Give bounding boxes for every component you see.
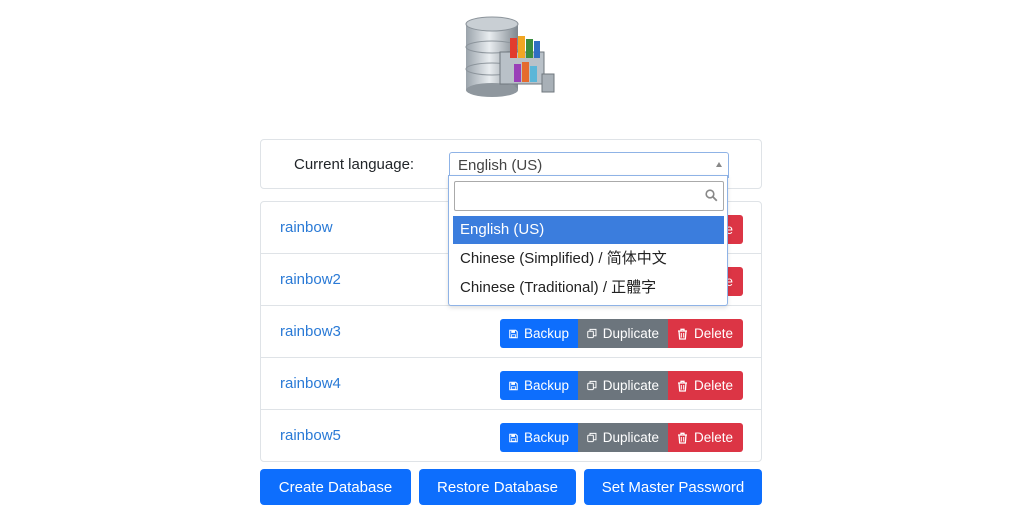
floppy-disk-icon: [509, 381, 518, 390]
duplicate-label: Duplicate: [602, 378, 659, 393]
duplicate-label: Duplicate: [602, 326, 659, 341]
database-link[interactable]: rainbow: [280, 219, 333, 236]
copy-icon: [587, 328, 597, 339]
database-link[interactable]: rainbow4: [280, 375, 341, 392]
floppy-disk-icon: [509, 433, 518, 442]
create-database-button[interactable]: Create Database: [260, 469, 411, 505]
language-option-chinese-simplified[interactable]: Chinese (Simplified) / 简体中文: [453, 245, 724, 273]
duplicate-button[interactable]: Duplicate: [578, 319, 668, 348]
app-logo-icon: [465, 16, 555, 97]
language-option-chinese-traditional[interactable]: Chinese (Traditional) / 正體字: [453, 274, 724, 302]
database-actions: Backup Duplicate Delete: [500, 371, 743, 400]
backup-label: Backup: [523, 430, 569, 445]
database-link[interactable]: rainbow2: [280, 271, 341, 288]
language-label: Current language:: [294, 156, 415, 173]
delete-label: Delete: [694, 326, 734, 341]
chevron-up-icon: [716, 162, 722, 167]
page: Current language: English (US) rainbow B…: [0, 0, 1024, 512]
language-dropdown: English (US) Chinese (Simplified) / 简体中文…: [448, 175, 728, 306]
language-search-input[interactable]: [454, 181, 724, 211]
delete-button[interactable]: Delete: [668, 319, 743, 348]
language-select-value: English (US): [458, 157, 543, 174]
search-icon: [705, 189, 718, 202]
database-actions: Backup Duplicate Delete: [500, 423, 743, 452]
duplicate-label: Duplicate: [602, 430, 659, 445]
delete-label: Delete: [694, 378, 734, 393]
copy-icon: [587, 380, 597, 391]
database-actions: Backup Duplicate Delete: [500, 319, 743, 348]
floppy-disk-icon: [509, 329, 518, 338]
backup-button[interactable]: Backup: [500, 423, 578, 452]
duplicate-button[interactable]: Duplicate: [578, 371, 668, 400]
delete-label: Delete: [694, 430, 734, 445]
copy-icon: [587, 432, 597, 443]
backup-button[interactable]: Backup: [500, 371, 578, 400]
backup-label: Backup: [523, 378, 569, 393]
trash-icon: [678, 328, 687, 340]
restore-database-button[interactable]: Restore Database: [419, 469, 576, 505]
database-link[interactable]: rainbow5: [280, 427, 341, 444]
trash-icon: [678, 432, 687, 444]
language-option-english[interactable]: English (US): [453, 216, 724, 244]
duplicate-button[interactable]: Duplicate: [578, 423, 668, 452]
database-row: rainbow5 Backup Duplicate Delete: [261, 410, 761, 462]
database-row: rainbow4 Backup Duplicate Delete: [261, 358, 761, 410]
delete-button[interactable]: Delete: [668, 423, 743, 452]
trash-icon: [678, 380, 687, 392]
delete-button[interactable]: Delete: [668, 371, 743, 400]
database-row: rainbow3 Backup Duplicate Delete: [261, 306, 761, 358]
backup-button[interactable]: Backup: [500, 319, 578, 348]
backup-label: Backup: [523, 326, 569, 341]
set-master-password-button[interactable]: Set Master Password: [584, 469, 762, 505]
database-link[interactable]: rainbow3: [280, 323, 341, 340]
